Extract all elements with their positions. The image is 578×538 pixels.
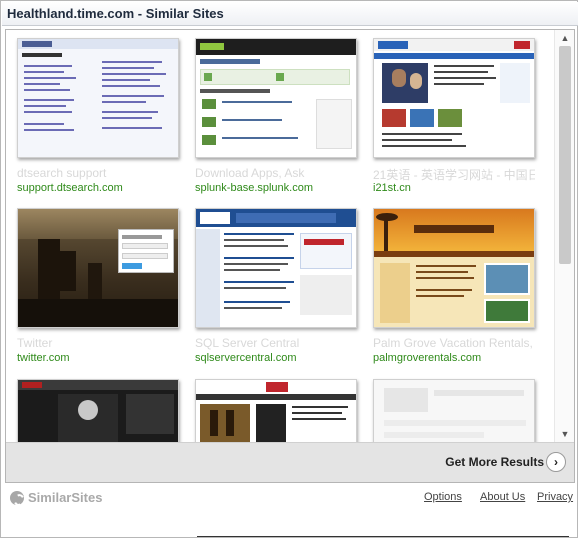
site-thumbnail-dtsearch[interactable] <box>17 38 179 158</box>
options-link[interactable]: Options <box>424 491 462 503</box>
results-panel: dtsearch support support.dtsearch.com Do… <box>5 29 575 483</box>
scroll-down-button[interactable]: ▼ <box>555 426 575 442</box>
site-domain[interactable]: sqlservercentral.com <box>195 352 357 364</box>
about-us-link[interactable]: About Us <box>480 491 525 503</box>
site-thumbnail-dark[interactable] <box>17 379 179 442</box>
site-thumbnail-splunk[interactable] <box>195 38 357 158</box>
site-thumbnail-time[interactable] <box>195 379 357 442</box>
site-title[interactable]: SQL Server Central <box>195 336 357 350</box>
site-thumbnail-sqlserver[interactable] <box>195 208 357 328</box>
site-title[interactable]: 21英语 - 英语学习网站 - 中国日 <box>373 166 535 183</box>
footer: SimilarSites Options About Us Privacy <box>2 485 578 515</box>
privacy-link[interactable]: Privacy <box>537 491 573 503</box>
get-more-results-label[interactable]: Get More Results <box>445 455 544 469</box>
results-grid: dtsearch support support.dtsearch.com Do… <box>6 30 554 442</box>
site-thumbnail-i21st[interactable] <box>373 38 535 158</box>
site-thumbnail-palmgrove[interactable] <box>373 208 535 328</box>
site-title[interactable]: Download Apps, Ask <box>195 166 357 180</box>
site-domain[interactable]: support.dtsearch.com <box>17 182 179 194</box>
vertical-scrollbar[interactable]: ▲ ▼ <box>554 30 574 442</box>
scroll-up-button[interactable]: ▲ <box>555 30 575 46</box>
site-thumbnail-twitter[interactable] <box>17 208 179 328</box>
site-domain[interactable]: twitter.com <box>17 352 179 364</box>
site-domain[interactable]: splunk-base.splunk.com <box>195 182 357 194</box>
site-title[interactable]: Twitter <box>17 336 179 350</box>
site-title[interactable]: dtsearch support <box>17 166 179 180</box>
get-more-results-bar[interactable]: Get More Results › <box>6 442 574 482</box>
site-title[interactable]: Palm Grove Vacation Rentals, <box>373 336 535 350</box>
site-domain[interactable]: palmgroverentals.com <box>373 352 535 364</box>
site-domain[interactable]: i21st.cn <box>373 182 535 194</box>
similarsites-logo-icon <box>10 491 24 505</box>
divider <box>197 536 569 537</box>
scrollbar-thumb[interactable] <box>559 46 571 264</box>
arrow-right-icon[interactable]: › <box>546 452 566 472</box>
similar-sites-window: Healthland.time.com - Similar Sites dtse… <box>0 0 578 538</box>
brand-name: SimilarSites <box>28 490 103 505</box>
title-bar: Healthland.time.com - Similar Sites <box>2 2 578 26</box>
window-title: Healthland.time.com - Similar Sites <box>7 6 224 21</box>
site-thumbnail-loading[interactable] <box>373 379 535 442</box>
